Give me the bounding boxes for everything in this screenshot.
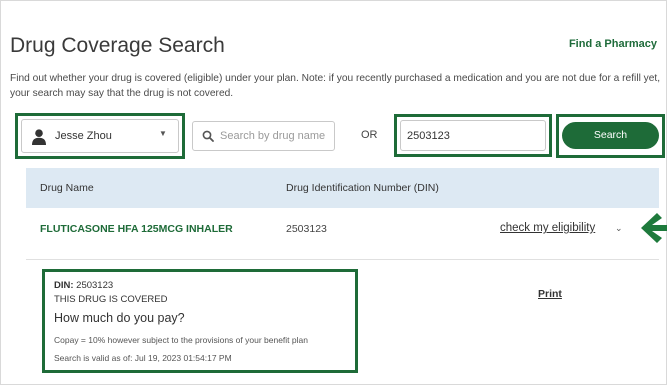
person-icon xyxy=(32,129,46,145)
table-row: FLUTICASONE HFA 125MCG INHALER 2503123 c… xyxy=(26,208,659,260)
check-eligibility-link[interactable]: check my eligibility xyxy=(500,222,595,234)
search-button[interactable]: Search xyxy=(562,122,659,149)
detail-din-label: DIN: xyxy=(54,280,74,291)
drug-coverage-card: Drug Coverage Search Find a Pharmacy Fin… xyxy=(0,0,667,385)
copay-text: Copay = 10% however subject to the provi… xyxy=(54,335,308,345)
detail-din: DIN: 2503123 xyxy=(54,280,113,291)
chevron-down-icon: ▼ xyxy=(159,129,167,138)
page-title: Drug Coverage Search xyxy=(10,34,225,57)
find-pharmacy-link[interactable]: Find a Pharmacy xyxy=(569,38,657,50)
member-name: Jesse Zhou xyxy=(55,130,112,142)
search-icon xyxy=(202,130,214,142)
din-cell: 2503123 xyxy=(286,223,327,235)
print-link[interactable]: Print xyxy=(538,288,562,300)
din-field xyxy=(400,120,546,151)
or-label: OR xyxy=(361,129,378,141)
drug-name-search xyxy=(192,121,335,151)
detail-din-value: 2503123 xyxy=(76,280,114,291)
cost-heading: How much do you pay? xyxy=(54,311,185,325)
chevron-down-icon[interactable]: ⌄ xyxy=(615,223,623,234)
arrow-left-icon xyxy=(641,213,667,243)
drug-name-input[interactable] xyxy=(220,128,330,144)
coverage-detail: DIN: 2503123 THIS DRUG IS COVERED How mu… xyxy=(42,269,358,373)
page-description: Find out whether your drug is covered (e… xyxy=(10,73,661,99)
column-header-drug-name: Drug Name xyxy=(40,182,94,194)
results-table-header: Drug Name Drug Identification Number (DI… xyxy=(26,168,659,208)
din-input[interactable] xyxy=(407,128,541,144)
valid-as-of-text: Search is valid as of: Jul 19, 2023 01:5… xyxy=(54,353,232,363)
coverage-status: THIS DRUG IS COVERED xyxy=(54,294,168,305)
member-select[interactable]: Jesse Zhou ▼ xyxy=(21,119,179,153)
column-header-din: Drug Identification Number (DIN) xyxy=(286,182,439,194)
drug-name-cell[interactable]: FLUTICASONE HFA 125MCG INHALER xyxy=(40,223,233,235)
